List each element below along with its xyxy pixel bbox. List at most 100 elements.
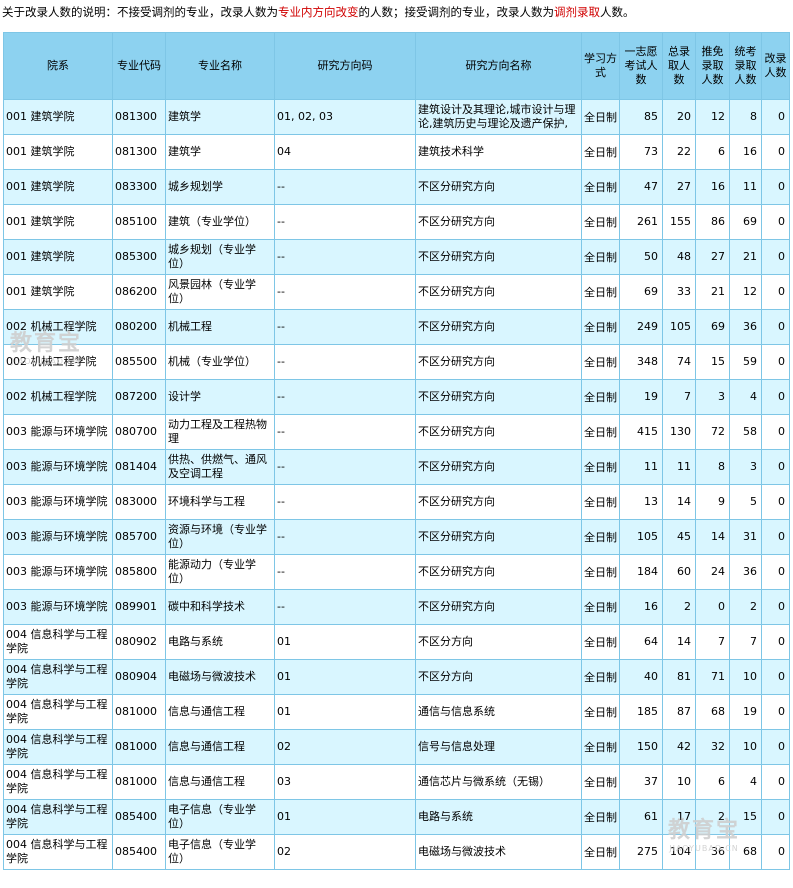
cell-direction-code: -- <box>274 204 416 240</box>
cell-changed-admitted: 0 <box>761 589 790 625</box>
table-row: 002 机械工程学院 087200 设计学 -- 不区分研究方向 全日制 19 7 3 4 0 <box>3 379 790 415</box>
cell-study-mode: 全日制 <box>581 694 620 730</box>
cell-major-code: 080200 <box>112 309 166 345</box>
cell-study-mode: 全日制 <box>581 519 620 555</box>
cell-direction-code: -- <box>274 309 416 345</box>
cell-major-code: 080904 <box>112 659 166 695</box>
cell-first-choice-count: 47 <box>619 169 663 205</box>
cell-exam-admitted: 12 <box>729 274 762 310</box>
header-direction-code: 研究方向码 <box>274 32 416 100</box>
cell-exam-admitted: 59 <box>729 344 762 380</box>
cell-department: 003 能源与环境学院 <box>3 554 113 590</box>
cell-major-name: 风景园林（专业学位） <box>165 274 275 310</box>
cell-changed-admitted: 0 <box>761 624 790 660</box>
cell-changed-admitted: 0 <box>761 449 790 485</box>
cell-first-choice-count: 184 <box>619 554 663 590</box>
cell-department: 004 信息科学与工程学院 <box>3 764 113 800</box>
header-recommended-admitted: 推免录取人数 <box>695 32 730 100</box>
cell-total-admitted: 2 <box>662 589 696 625</box>
cell-major-name: 电子信息（专业学位） <box>165 834 275 870</box>
cell-first-choice-count: 16 <box>619 589 663 625</box>
cell-department: 002 机械工程学院 <box>3 309 113 345</box>
cell-total-admitted: 17 <box>662 799 696 835</box>
cell-total-admitted: 155 <box>662 204 696 240</box>
cell-direction-name: 不区分方向 <box>415 624 582 660</box>
cell-total-admitted: 48 <box>662 239 696 275</box>
cell-department: 001 建筑学院 <box>3 134 113 170</box>
cell-recommended-admitted: 3 <box>695 379 730 415</box>
cell-direction-name: 不区分研究方向 <box>415 589 582 625</box>
cell-direction-code: -- <box>274 379 416 415</box>
cell-study-mode: 全日制 <box>581 554 620 590</box>
cell-direction-name: 不区分研究方向 <box>415 554 582 590</box>
cell-changed-admitted: 0 <box>761 554 790 590</box>
cell-changed-admitted: 0 <box>761 764 790 800</box>
cell-department: 004 信息科学与工程学院 <box>3 659 113 695</box>
cell-major-code: 081000 <box>112 729 166 765</box>
cell-exam-admitted: 8 <box>729 99 762 135</box>
cell-changed-admitted: 0 <box>761 379 790 415</box>
cell-study-mode: 全日制 <box>581 449 620 485</box>
cell-department: 004 信息科学与工程学院 <box>3 834 113 870</box>
cell-direction-code: 02 <box>274 834 416 870</box>
cell-first-choice-count: 11 <box>619 449 663 485</box>
cell-first-choice-count: 105 <box>619 519 663 555</box>
cell-direction-name: 不区分研究方向 <box>415 204 582 240</box>
admission-note: 关于改录人数的说明：不接受调剂的专业，改录人数为专业内方向改变的人数；接受调剂的… <box>2 2 635 24</box>
cell-exam-admitted: 15 <box>729 799 762 835</box>
cell-department: 003 能源与环境学院 <box>3 414 113 450</box>
header-department: 院系 <box>3 32 113 100</box>
header-direction-name: 研究方向名称 <box>415 32 582 100</box>
cell-major-code: 083000 <box>112 484 166 520</box>
cell-first-choice-count: 40 <box>619 659 663 695</box>
cell-direction-name: 不区分研究方向 <box>415 414 582 450</box>
cell-total-admitted: 14 <box>662 624 696 660</box>
cell-major-name: 信息与通信工程 <box>165 694 275 730</box>
cell-recommended-admitted: 12 <box>695 99 730 135</box>
table-header-row: 院系 专业代码 专业名称 研究方向码 研究方向名称 学习方式 一志愿考试人数 总… <box>3 32 790 100</box>
cell-total-admitted: 22 <box>662 134 696 170</box>
cell-first-choice-count: 19 <box>619 379 663 415</box>
cell-major-code: 083300 <box>112 169 166 205</box>
header-exam-admitted: 统考录取人数 <box>729 32 762 100</box>
cell-exam-admitted: 10 <box>729 659 762 695</box>
cell-recommended-admitted: 6 <box>695 134 730 170</box>
cell-direction-code: 02 <box>274 729 416 765</box>
cell-major-name: 建筑学 <box>165 134 275 170</box>
cell-recommended-admitted: 21 <box>695 274 730 310</box>
cell-direction-name: 建筑技术科学 <box>415 134 582 170</box>
cell-major-code: 081300 <box>112 99 166 135</box>
cell-major-name: 建筑学 <box>165 99 275 135</box>
table-row: 002 机械工程学院 085500 机械（专业学位） -- 不区分研究方向 全日制 348 7… <box>3 344 790 380</box>
table-row: 001 建筑学院 085300 城乡规划（专业学位） -- 不区分研究方向 全日制 50 48… <box>3 239 790 275</box>
cell-study-mode: 全日制 <box>581 834 620 870</box>
cell-total-admitted: 11 <box>662 449 696 485</box>
cell-major-name: 电磁场与微波技术 <box>165 659 275 695</box>
table-row: 001 建筑学院 081300 建筑学 01, 02, 03 建筑设计及其理论,城市设计… <box>3 99 790 135</box>
cell-major-code: 085400 <box>112 799 166 835</box>
cell-changed-admitted: 0 <box>761 694 790 730</box>
note-text-1: 关于改录人数的说明：不接受调剂的专业，改录人数为 <box>2 5 278 19</box>
table-row: 003 能源与环境学院 080700 动力工程及工程热物理 -- 不区分研究方向 全日制 4… <box>3 414 790 450</box>
cell-direction-code: 01 <box>274 799 416 835</box>
admission-table: 院系 专业代码 专业名称 研究方向码 研究方向名称 学习方式 一志愿考试人数 总… <box>3 32 790 870</box>
cell-recommended-admitted: 8 <box>695 449 730 485</box>
note-highlight-2: 调剂录取 <box>554 5 600 19</box>
cell-major-code: 087200 <box>112 379 166 415</box>
cell-recommended-admitted: 36 <box>695 834 730 870</box>
cell-direction-code: -- <box>274 449 416 485</box>
cell-direction-name: 不区分研究方向 <box>415 449 582 485</box>
cell-major-name: 设计学 <box>165 379 275 415</box>
cell-direction-code: 01, 02, 03 <box>274 99 416 135</box>
cell-first-choice-count: 73 <box>619 134 663 170</box>
cell-major-code: 081300 <box>112 134 166 170</box>
cell-exam-admitted: 11 <box>729 169 762 205</box>
table-row: 004 信息科学与工程学院 081000 信息与通信工程 01 通信与信息系统 全日制 18… <box>3 694 790 730</box>
cell-study-mode: 全日制 <box>581 379 620 415</box>
cell-direction-name: 不区分研究方向 <box>415 344 582 380</box>
table-row: 003 能源与环境学院 083000 环境科学与工程 -- 不区分研究方向 全日制 13 14… <box>3 484 790 520</box>
cell-changed-admitted: 0 <box>761 134 790 170</box>
cell-changed-admitted: 0 <box>761 274 790 310</box>
cell-first-choice-count: 50 <box>619 239 663 275</box>
cell-department: 004 信息科学与工程学院 <box>3 624 113 660</box>
